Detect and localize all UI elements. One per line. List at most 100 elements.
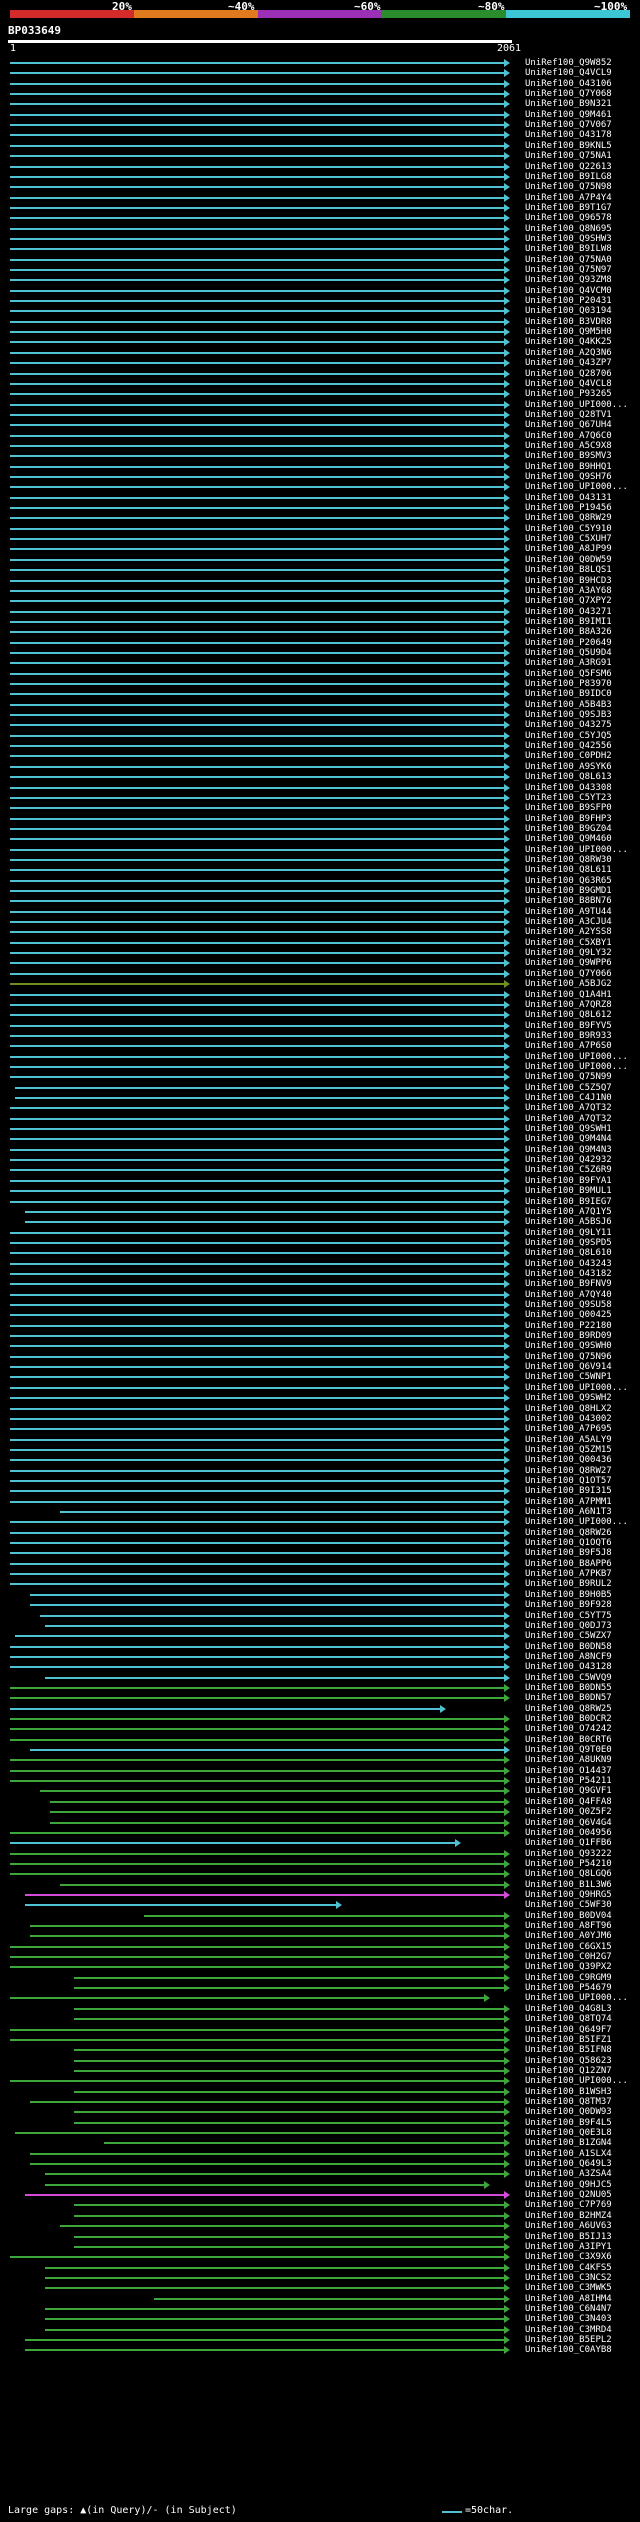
hit-row[interactable]: UniRef100_Q8RW29 (0, 513, 640, 523)
hit-row[interactable]: UniRef100_Q9GVF1 (0, 1786, 640, 1796)
hit-row[interactable]: UniRef100_Q9M4N3 (0, 1145, 640, 1155)
hit-row[interactable]: UniRef100_Q00436 (0, 1455, 640, 1465)
hit-label[interactable]: UniRef100_Q9M461 (525, 110, 612, 120)
hit-row[interactable]: UniRef100_Q9SWH0 (0, 1341, 640, 1351)
hit-row[interactable]: UniRef100_P93265 (0, 389, 640, 399)
hit-label[interactable]: UniRef100_A7QT32 (525, 1103, 612, 1113)
hit-row[interactable]: UniRef100_O43308 (0, 783, 640, 793)
hit-label[interactable]: UniRef100_UPI000... (525, 482, 628, 492)
hit-label[interactable]: UniRef100_C5YT75 (525, 1611, 612, 1621)
hit-label[interactable]: UniRef100_B9MUL1 (525, 1186, 612, 1196)
hit-row[interactable]: UniRef100_Q8L610 (0, 1248, 640, 1258)
hit-label[interactable]: UniRef100_Q5U9D4 (525, 648, 612, 658)
hit-row[interactable]: UniRef100_A2Q3N6 (0, 348, 640, 358)
hit-row[interactable]: UniRef100_C5XUH7 (0, 534, 640, 544)
hit-row[interactable]: UniRef100_C5WVQ9 (0, 1673, 640, 1683)
hit-label[interactable]: UniRef100_A9TU44 (525, 907, 612, 917)
hit-row[interactable]: UniRef100_Q75N98 (0, 182, 640, 192)
hit-row[interactable]: UniRef100_B5IFN8 (0, 2045, 640, 2055)
hit-row[interactable]: UniRef100_B9F4L5 (0, 2118, 640, 2128)
hit-label[interactable]: UniRef100_B9IMI1 (525, 617, 612, 627)
hit-label[interactable]: UniRef100_Q8RW26 (525, 1528, 612, 1538)
hit-label[interactable]: UniRef100_Q96578 (525, 213, 612, 223)
hit-row[interactable]: UniRef100_Q9SPD5 (0, 1238, 640, 1248)
hit-row[interactable]: UniRef100_Q9LY32 (0, 948, 640, 958)
hit-row[interactable]: UniRef100_A7PMM1 (0, 1497, 640, 1507)
hit-label[interactable]: UniRef100_A3IPY1 (525, 2242, 612, 2252)
hit-label[interactable]: UniRef100_C5YT23 (525, 793, 612, 803)
hit-row[interactable]: UniRef100_Q75N96 (0, 1352, 640, 1362)
hit-row[interactable]: UniRef100_C0AYB8 (0, 2345, 640, 2355)
hit-label[interactable]: UniRef100_O43243 (525, 1259, 612, 1269)
hit-row[interactable]: UniRef100_A0YJM6 (0, 1931, 640, 1941)
hit-label[interactable]: UniRef100_Q7Y066 (525, 969, 612, 979)
hit-row[interactable]: UniRef100_UPI000... (0, 2076, 640, 2086)
hit-label[interactable]: UniRef100_P54211 (525, 1776, 612, 1786)
hit-label[interactable]: UniRef100_C5YJQ5 (525, 731, 612, 741)
hit-label[interactable]: UniRef100_B9HHQ1 (525, 462, 612, 472)
hit-label[interactable]: UniRef100_B1L3W6 (525, 1880, 612, 1890)
hit-label[interactable]: UniRef100_P93265 (525, 389, 612, 399)
hit-label[interactable]: UniRef100_Q7V067 (525, 120, 612, 130)
hit-label[interactable]: UniRef100_Q8RW25 (525, 1704, 612, 1714)
hit-label[interactable]: UniRef100_O43308 (525, 783, 612, 793)
hit-row[interactable]: UniRef100_Q8RW27 (0, 1466, 640, 1476)
hit-row[interactable]: UniRef100_Q5FSM6 (0, 669, 640, 679)
hit-row[interactable]: UniRef100_B9SMV3 (0, 451, 640, 461)
hit-row[interactable]: UniRef100_Q7Y066 (0, 969, 640, 979)
hit-label[interactable]: UniRef100_O43128 (525, 1662, 612, 1672)
hit-label[interactable]: UniRef100_Q5FSM6 (525, 669, 612, 679)
hit-label[interactable]: UniRef100_B9FYA1 (525, 1176, 612, 1186)
hit-row[interactable]: UniRef100_Q649F7 (0, 2025, 640, 2035)
hit-row[interactable]: UniRef100_C5Y910 (0, 524, 640, 534)
hit-row[interactable]: UniRef100_Q9SH76 (0, 472, 640, 482)
hit-row[interactable]: UniRef100_O43271 (0, 607, 640, 617)
hit-row[interactable]: UniRef100_C5YT23 (0, 793, 640, 803)
hit-row[interactable]: UniRef100_Q9WPP6 (0, 958, 640, 968)
hit-label[interactable]: UniRef100_Q9HRG5 (525, 1890, 612, 1900)
hit-row[interactable]: UniRef100_O43002 (0, 1414, 640, 1424)
hit-label[interactable]: UniRef100_A7QRZ8 (525, 1000, 612, 1010)
hit-row[interactable]: UniRef100_Q7Y068 (0, 89, 640, 99)
hit-label[interactable]: UniRef100_C5Y910 (525, 524, 612, 534)
hit-label[interactable]: UniRef100_A1SLX4 (525, 2149, 612, 2159)
hit-label[interactable]: UniRef100_Q93ZM8 (525, 275, 612, 285)
hit-label[interactable]: UniRef100_Q75N98 (525, 182, 612, 192)
hit-row[interactable]: UniRef100_Q4VCM0 (0, 286, 640, 296)
hit-row[interactable]: UniRef100_C6N4N7 (0, 2304, 640, 2314)
hit-row[interactable]: UniRef100_B9FHP3 (0, 814, 640, 824)
hit-row[interactable]: UniRef100_O14437 (0, 1766, 640, 1776)
hit-row[interactable]: UniRef100_B0CRT6 (0, 1735, 640, 1745)
hit-row[interactable]: UniRef100_A8IHM4 (0, 2294, 640, 2304)
hit-label[interactable]: UniRef100_C3NCS2 (525, 2273, 612, 2283)
hit-row[interactable]: UniRef100_B9H0B5 (0, 1590, 640, 1600)
hit-row[interactable]: UniRef100_Q9W852 (0, 58, 640, 68)
hit-label[interactable]: UniRef100_A7PMM1 (525, 1497, 612, 1507)
hit-row[interactable]: UniRef100_C4J1N0 (0, 1093, 640, 1103)
hit-label[interactable]: UniRef100_Q8RW27 (525, 1466, 612, 1476)
hit-label[interactable]: UniRef100_Q8N695 (525, 224, 612, 234)
hit-row[interactable]: UniRef100_Q8TM37 (0, 2097, 640, 2107)
hit-label[interactable]: UniRef100_Q1OQT6 (525, 1538, 612, 1548)
hit-row[interactable]: UniRef100_C5YJQ5 (0, 731, 640, 741)
hit-label[interactable]: UniRef100_C3X9X6 (525, 2252, 612, 2262)
hit-label[interactable]: UniRef100_A8UKN9 (525, 1755, 612, 1765)
hit-row[interactable]: UniRef100_P19456 (0, 503, 640, 513)
hit-row[interactable]: UniRef100_P54211 (0, 1776, 640, 1786)
hit-row[interactable]: UniRef100_O04956 (0, 1828, 640, 1838)
hit-row[interactable]: UniRef100_B9RD09 (0, 1331, 640, 1341)
hit-label[interactable]: UniRef100_B9RUL2 (525, 1579, 612, 1589)
hit-row[interactable]: UniRef100_Q03194 (0, 306, 640, 316)
hit-label[interactable]: UniRef100_Q75NA0 (525, 255, 612, 265)
hit-label[interactable]: UniRef100_Q9SWH0 (525, 1341, 612, 1351)
hit-label[interactable]: UniRef100_Q9M4N3 (525, 1145, 612, 1155)
hit-label[interactable]: UniRef100_B8APP6 (525, 1559, 612, 1569)
hit-label[interactable]: UniRef100_C7P769 (525, 2200, 612, 2210)
hit-label[interactable]: UniRef100_Q43ZP7 (525, 358, 612, 368)
hit-label[interactable]: UniRef100_Q9SWH1 (525, 1124, 612, 1134)
hit-row[interactable]: UniRef100_Q0Z5F2 (0, 1807, 640, 1817)
hit-label[interactable]: UniRef100_Q9SJB3 (525, 710, 612, 720)
hit-label[interactable]: UniRef100_Q6V4G4 (525, 1818, 612, 1828)
hit-label[interactable]: UniRef100_O43182 (525, 1269, 612, 1279)
hit-label[interactable]: UniRef100_Q5ZM15 (525, 1445, 612, 1455)
